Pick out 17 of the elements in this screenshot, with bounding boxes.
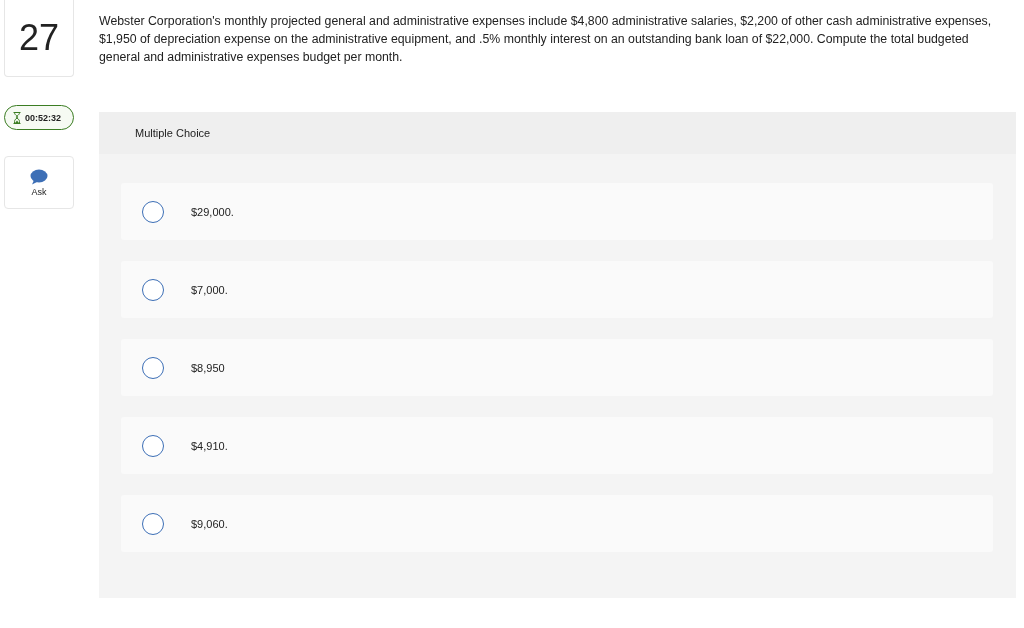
radio-button[interactable] — [142, 512, 164, 535]
radio-button[interactable] — [142, 356, 164, 379]
question-text: Webster Corporation's monthly projected general and administrative expenses include $4,800 administrative salaries, $2,200 of other cash administrative expenses, $1,950 of depreciation expense on the administrative equipment, and .5% monthly interest on an outstanding bank loan of $22,000. Compute the total budgeted general and administrative expenses budget per month. — [99, 13, 993, 66]
question-number: 27 — [4, 0, 74, 77]
answer-option[interactable]: $8,950 — [121, 339, 993, 396]
section-title: Multiple Choice — [135, 127, 211, 139]
answer-option[interactable]: $4,910. — [121, 417, 993, 474]
radio-button[interactable] — [142, 278, 164, 301]
radio-button[interactable] — [142, 200, 164, 223]
answer-option[interactable]: $29,000. — [121, 183, 993, 240]
radio-button[interactable] — [142, 434, 164, 457]
speech-bubble-icon — [30, 168, 48, 185]
hourglass-icon — [13, 111, 21, 124]
timer: 00:52:32 — [4, 105, 74, 130]
answer-option[interactable]: $7,000. — [121, 261, 993, 318]
answer-option[interactable]: $9,060. — [121, 495, 993, 552]
ask-button[interactable]: Ask — [4, 156, 74, 209]
